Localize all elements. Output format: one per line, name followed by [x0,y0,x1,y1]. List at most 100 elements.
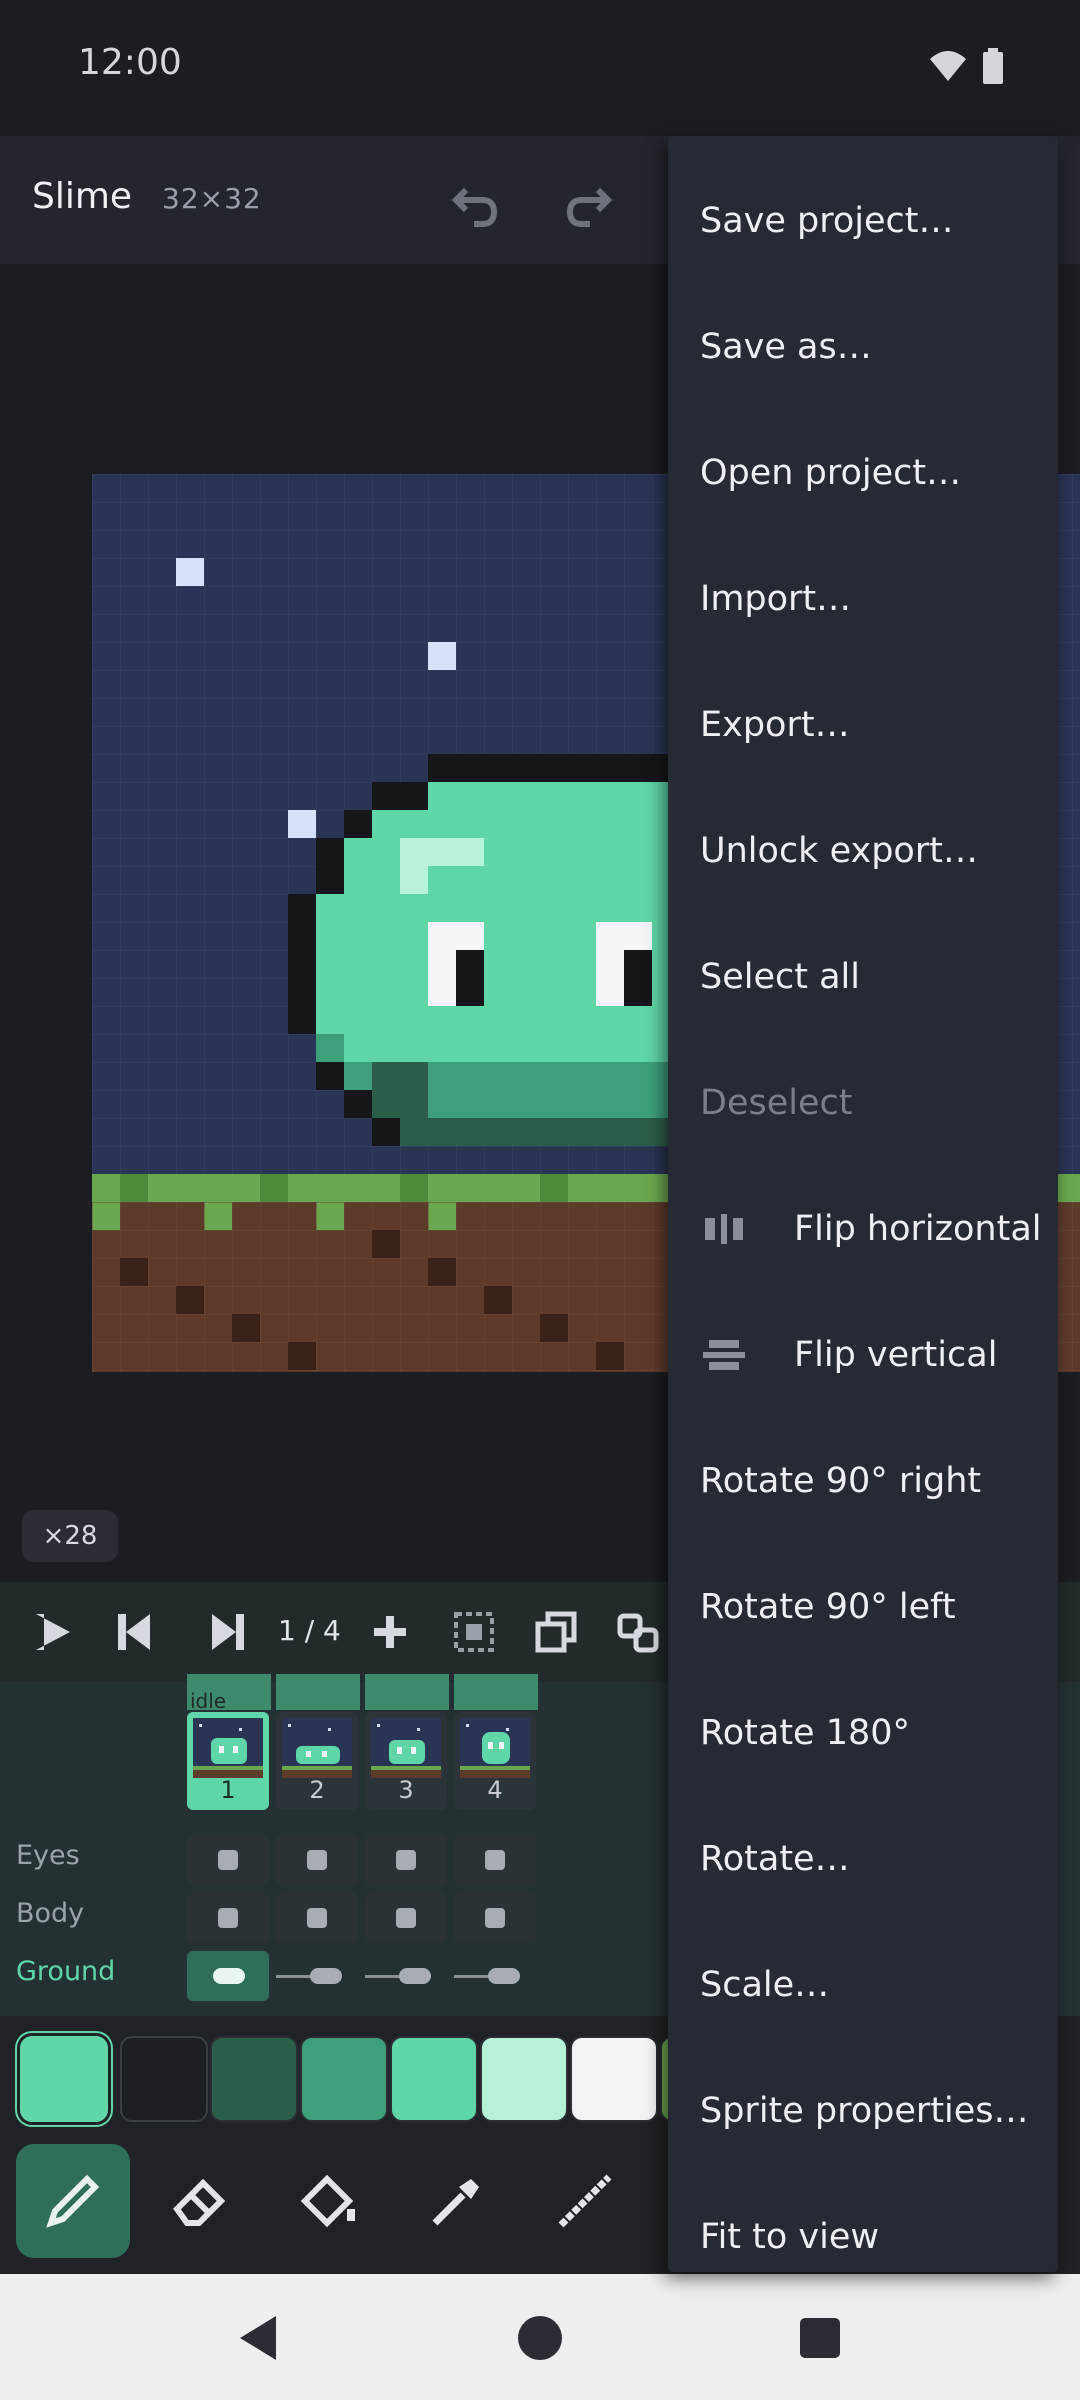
sprite-size: 32×32 [162,182,262,215]
menu-item-label: Import… [700,579,852,619]
linked-cel[interactable] [454,1951,536,2001]
frame-number: 1 [220,1776,236,1804]
frame-counter: 1 / 4 [278,1614,341,1647]
menu-item-save-as[interactable]: Save as… [668,284,1058,410]
frame-number: 3 [398,1776,414,1804]
palette-swatch[interactable] [480,2036,568,2122]
menu-item-label: Fit to view [700,2217,880,2257]
status-time: 12:00 [78,42,182,83]
pencil-icon [46,2174,100,2228]
plus-icon [374,1616,406,1648]
menu-item-save-project[interactable]: Save project… [668,158,1058,284]
frame-thumbnail [282,1718,352,1778]
frame-thumbnail [193,1718,263,1778]
overflow-menu: Save project… Save as… Open project… Import… [668,136,1058,2272]
link-icon [617,1613,659,1653]
layer-eyes[interactable]: Eyes [16,1840,80,1871]
palette-swatch[interactable] [20,2036,108,2122]
tag-label: idle [190,1689,227,1713]
add-frame-button[interactable] [360,1604,420,1660]
menu-item-export[interactable]: Export… [668,662,1058,788]
duplicate-frame-button[interactable] [526,1604,586,1660]
frame-number: 4 [487,1776,503,1804]
line-tool[interactable] [528,2144,642,2258]
battery-icon [983,48,1003,84]
frame-3[interactable]: 3 [365,1712,447,1810]
cel[interactable] [365,1893,447,1943]
cel[interactable] [454,1893,536,1943]
menu-item-label: Rotate… [700,1839,850,1879]
cel[interactable] [187,1835,269,1885]
menu-item-rotate-90-right[interactable]: Rotate 90° right [668,1418,1058,1544]
frame-number: 2 [309,1776,325,1804]
frame-1[interactable]: 1 [187,1712,269,1810]
play-button[interactable] [22,1604,82,1660]
duplicate-icon [535,1611,577,1653]
menu-item-rotate[interactable]: Rotate… [668,1796,1058,1922]
menu-item-open-project[interactable]: Open project… [668,410,1058,536]
cel[interactable] [276,1835,358,1885]
menu-item-unlock-export[interactable]: Unlock export… [668,788,1058,914]
eraser-icon [173,2178,226,2226]
first-frame-button[interactable] [104,1604,164,1660]
eraser-tool[interactable] [144,2144,258,2258]
frame-4[interactable]: 4 [454,1712,536,1810]
frame-2[interactable]: 2 [276,1712,358,1810]
sprite-title: Slime [32,176,133,217]
menu-item-rotate-90-left[interactable]: Rotate 90° left [668,1544,1058,1670]
skip-forward-icon [212,1614,244,1650]
menu-item-rotate-180[interactable]: Rotate 180° [668,1670,1058,1796]
flip-vertical-icon [700,1335,748,1375]
redo-icon[interactable] [560,176,616,232]
frame-select-button[interactable] [444,1604,504,1660]
link-cels-button[interactable] [608,1604,668,1660]
palette-swatch[interactable] [300,2036,388,2122]
palette-swatch[interactable] [390,2036,478,2122]
layer-body[interactable]: Body [16,1898,84,1929]
undo-icon[interactable] [448,176,504,232]
cel[interactable] [454,1835,536,1885]
last-frame-button[interactable] [198,1604,258,1660]
menu-item-label: Rotate 180° [700,1713,911,1753]
frame-thumbnail [371,1718,441,1778]
pencil-tool[interactable] [16,2144,130,2258]
palette-swatch[interactable] [210,2036,298,2122]
layer-ground[interactable]: Ground [16,1956,115,1987]
menu-item-flip-vertical[interactable]: Flip vertical [668,1292,1058,1418]
menu-item-scale[interactable]: Scale… [668,1922,1058,2048]
linked-cel[interactable] [276,1951,358,2001]
cel[interactable] [276,1893,358,1943]
menu-item-label: Rotate 90° left [700,1587,956,1627]
menu-item-import[interactable]: Import… [668,536,1058,662]
linked-cel[interactable] [365,1951,447,2001]
recents-icon[interactable] [800,2318,840,2358]
palette-swatch[interactable] [120,2036,208,2122]
eyedropper-tool[interactable] [400,2144,514,2258]
menu-item-label: Save project… [700,201,954,241]
palette-swatch[interactable] [570,2036,658,2122]
zoom-level-chip[interactable]: ×28 [22,1510,118,1562]
menu-item-label: Flip vertical [794,1335,998,1375]
menu-item-label: Flip horizontal [794,1209,1042,1249]
flip-horizontal-icon [700,1209,748,1249]
menu-item-label: Deselect [700,1083,853,1123]
tag-bar [365,1674,449,1710]
cel[interactable] [187,1893,269,1943]
menu-item-flip-horizontal[interactable]: Flip horizontal [668,1166,1058,1292]
frame-thumbnail [460,1718,530,1778]
eyedropper-icon [432,2179,479,2226]
cel[interactable] [365,1835,447,1885]
home-icon[interactable] [518,2316,562,2360]
menu-item-fit-to-view[interactable]: Fit to view [668,2174,1058,2300]
menu-item-sprite-properties[interactable]: Sprite properties… [668,2048,1058,2174]
menu-item-label: Scale… [700,1965,830,2005]
back-icon[interactable] [236,2314,280,2362]
linked-cel-selected[interactable] [187,1951,269,2001]
skip-back-icon [118,1614,150,1650]
line-icon [558,2174,612,2228]
menu-item-label: Sprite properties… [700,2091,1029,2131]
menu-item-select-all[interactable]: Select all [668,914,1058,1040]
fill-tool[interactable] [272,2144,386,2258]
status-icons [928,48,1004,84]
tag-bar [276,1674,360,1710]
